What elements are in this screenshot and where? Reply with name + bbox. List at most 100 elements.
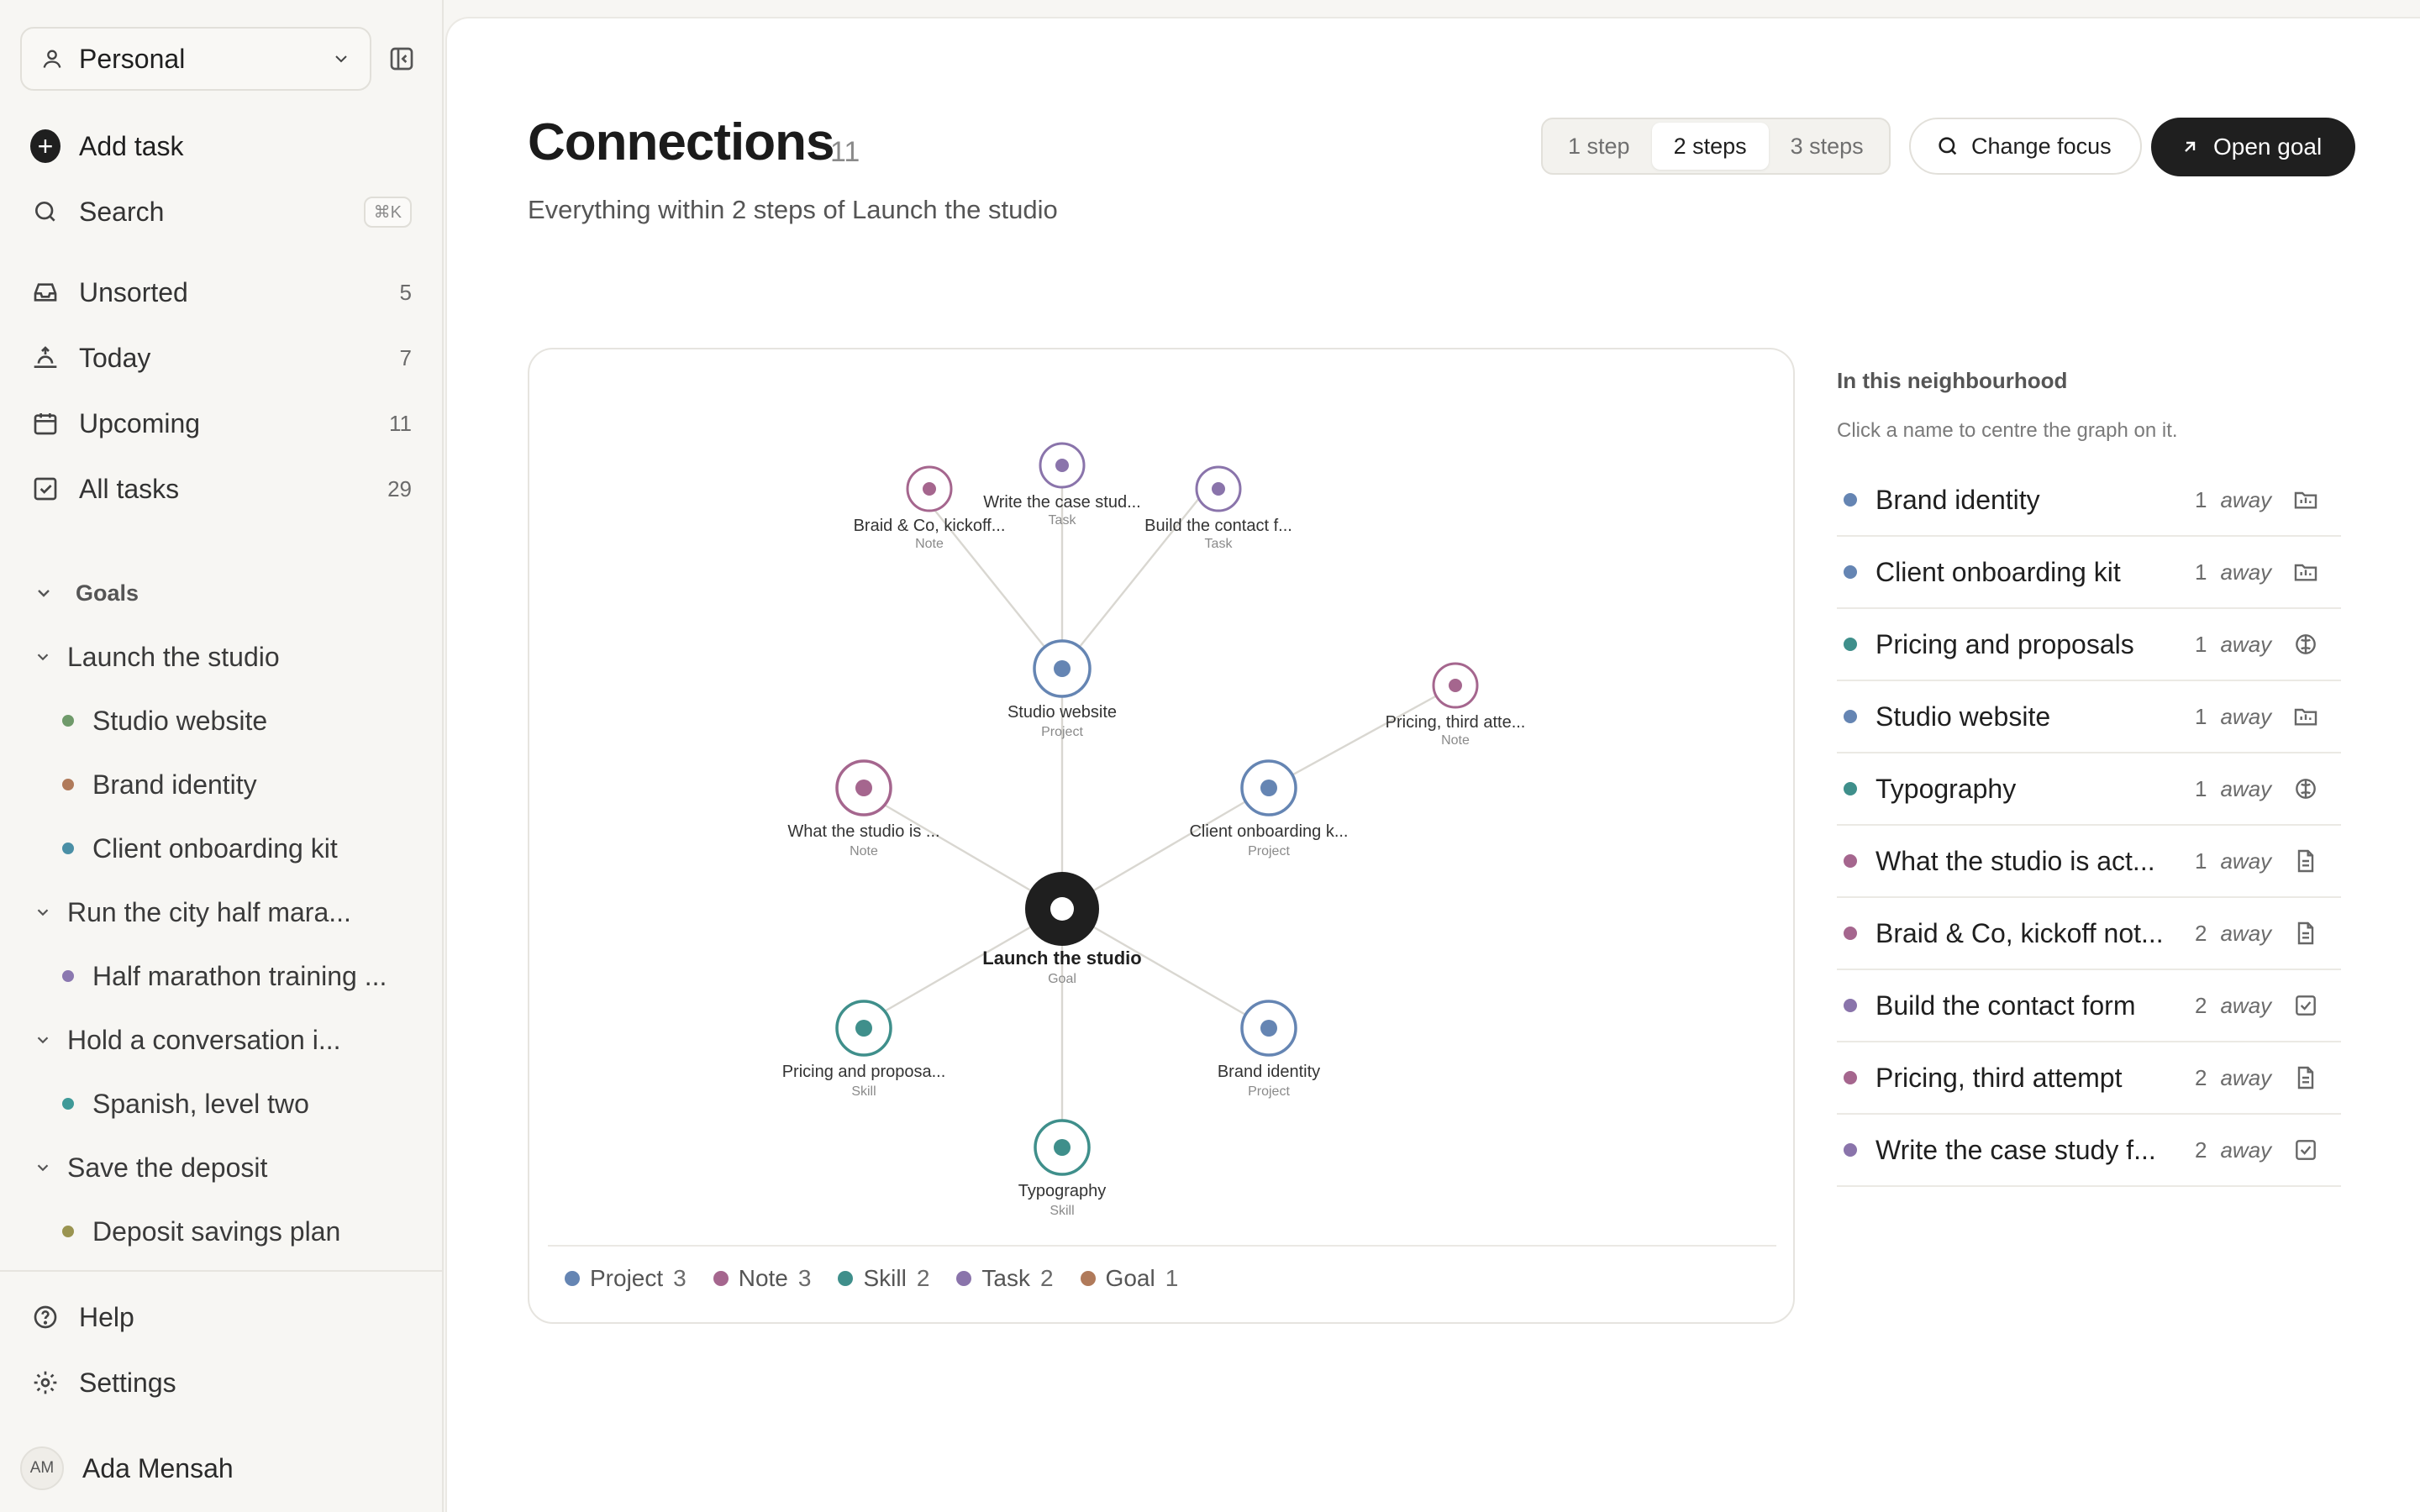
search-icon <box>35 202 55 222</box>
nav-today[interactable]: Today 7 <box>30 334 412 381</box>
neighbourhood-item[interactable]: Pricing, third attempt 2 away <box>1837 1042 2341 1115</box>
graph-node-studio-website[interactable]: Studio website Project <box>1007 639 1117 739</box>
distance-word: away <box>2220 775 2272 801</box>
graph-node-write-case-study[interactable]: Write the case stud... Task <box>983 442 1141 528</box>
item-distance: 2 away <box>2195 993 2292 1019</box>
collapse-sidebar-icon[interactable] <box>388 45 415 72</box>
item-name[interactable]: Build the contact form <box>1876 990 2195 1021</box>
goal-child-deposit-savings-plan[interactable]: Deposit savings plan <box>62 1210 415 1253</box>
goal-child-brand-identity[interactable]: Brand identity <box>62 763 415 806</box>
neighbourhood-item[interactable]: Client onboarding kit 1 away <box>1837 537 2341 609</box>
chevron-down-icon <box>38 590 50 597</box>
add-icon: + <box>30 129 60 163</box>
open-goal-label: Open goal <box>2213 134 2323 160</box>
item-distance: 1 away <box>2195 487 2292 513</box>
legend-label: Project <box>590 1265 664 1291</box>
goal-run-half-marathon[interactable]: Run the city half mara... <box>34 890 420 934</box>
user-menu[interactable]: AM Ada Mensah <box>20 1445 234 1492</box>
goal-label: Save the deposit <box>67 1152 268 1183</box>
nav-count: 5 <box>399 279 412 305</box>
node-type: Project <box>1041 725 1083 739</box>
workspace-switcher[interactable]: Personal <box>20 27 371 91</box>
calendar-icon <box>34 413 57 435</box>
goals-section-toggle[interactable]: Goals <box>34 576 139 610</box>
neighbourhood-panel: In this neighbourhood Click a name to ce… <box>1837 348 2341 1187</box>
item-name[interactable]: Pricing, third attempt <box>1876 1063 2195 1094</box>
node-core <box>855 1020 872 1037</box>
graph-node-client-onboarding[interactable]: Client onboarding k... Project <box>1189 759 1349 858</box>
goal-launch-the-studio[interactable]: Launch the studio <box>34 635 420 679</box>
node-type: Note <box>1441 733 1470 748</box>
item-name[interactable]: What the studio is act... <box>1876 846 2195 877</box>
item-name[interactable]: Client onboarding kit <box>1876 557 2195 588</box>
sidebar-divider <box>0 1270 444 1272</box>
add-task-button[interactable]: + Add task <box>30 123 412 170</box>
type-dot <box>1844 638 1857 651</box>
chevron-down-icon[interactable] <box>34 903 52 921</box>
neighbourhood-item[interactable]: Write the case study f... 2 away <box>1837 1115 2341 1187</box>
nav-unsorted[interactable]: Unsorted 5 <box>30 269 412 316</box>
graph-node-typography[interactable]: Typography Skill <box>1018 1119 1107 1218</box>
node-label: Client onboarding k... <box>1189 822 1348 841</box>
goal-child-half-marathon-training[interactable]: Half marathon training ... <box>62 954 415 998</box>
chevron-down-icon[interactable] <box>34 1158 52 1177</box>
neighbourhood-item[interactable]: Braid & Co, kickoff not... 2 away <box>1837 898 2341 970</box>
item-name[interactable]: Pricing and proposals <box>1876 629 2195 660</box>
distance-number: 1 <box>2195 559 2207 585</box>
neighbourhood-item[interactable]: Brand identity 1 away <box>1837 465 2341 537</box>
gear-icon <box>34 1371 57 1394</box>
type-dot <box>1844 999 1857 1012</box>
item-name[interactable]: Brand identity <box>1876 485 2195 516</box>
change-focus-button[interactable]: Change focus <box>1909 118 2142 175</box>
help-button[interactable]: Help <box>30 1294 412 1341</box>
goal-child-client-onboarding-kit[interactable]: Client onboarding kit <box>62 827 415 870</box>
chevron-down-icon[interactable] <box>34 648 52 666</box>
neighbourhood-item[interactable]: Typography 1 away <box>1837 753 2341 826</box>
node-label: What the studio is ... <box>787 822 939 841</box>
checkbox-icon <box>34 477 57 501</box>
distance-number: 1 <box>2195 775 2207 801</box>
legend-count: 3 <box>673 1265 687 1291</box>
node-core <box>1054 660 1071 677</box>
chevron-down-icon[interactable] <box>34 1031 52 1049</box>
search-button[interactable]: Search ⌘K <box>30 188 412 235</box>
status-dot <box>62 715 74 727</box>
neighbourhood-list: Brand identity 1 away Client onboarding k… <box>1837 465 2341 1187</box>
neighbourhood-item[interactable]: Studio website 1 away <box>1837 681 2341 753</box>
project-icon <box>2294 564 2317 581</box>
step-option-2[interactable]: 2 steps <box>1651 123 1769 170</box>
step-option-3[interactable]: 3 steps <box>1769 123 1886 170</box>
open-goal-button[interactable]: Open goal <box>2151 118 2356 176</box>
goal-hold-conversation[interactable]: Hold a conversation i... <box>34 1018 420 1062</box>
legend-dot <box>1080 1271 1096 1286</box>
node-label: Write the case stud... <box>983 493 1141 512</box>
settings-button[interactable]: Settings <box>30 1359 412 1406</box>
user-name: Ada Mensah <box>82 1452 234 1483</box>
goal-save-the-deposit[interactable]: Save the deposit <box>34 1146 420 1189</box>
legend-dot <box>565 1271 580 1286</box>
inbox-icon <box>34 283 57 302</box>
goal-child-spanish-level-two[interactable]: Spanish, level two <box>62 1082 415 1126</box>
distance-number: 2 <box>2195 992 2207 1018</box>
step-option-1[interactable]: 1 step <box>1546 123 1652 170</box>
distance-number: 2 <box>2195 920 2207 946</box>
neighbourhood-item[interactable]: Build the contact form 2 away <box>1837 970 2341 1042</box>
item-name[interactable]: Studio website <box>1876 701 2195 732</box>
graph-node-pricing-third-attempt[interactable]: Pricing, third atte... Note <box>1386 662 1526 748</box>
neighbourhood-item[interactable]: What the studio is act... 1 away <box>1837 826 2341 898</box>
neighbourhood-item[interactable]: Pricing and proposals 1 away <box>1837 609 2341 681</box>
goal-child-studio-website[interactable]: Studio website <box>62 699 415 743</box>
graph-node-pricing-and-proposals[interactable]: Pricing and proposa... Skill <box>782 1000 946 1099</box>
distance-word: away <box>2220 848 2272 874</box>
legend-count: 3 <box>797 1265 812 1291</box>
item-name[interactable]: Write the case study f... <box>1876 1135 2195 1166</box>
add-task-label: Add task <box>79 130 184 161</box>
graph-node-brand-identity[interactable]: Brand identity Project <box>1218 1000 1320 1099</box>
item-name[interactable]: Braid & Co, kickoff not... <box>1876 918 2195 949</box>
nav-upcoming[interactable]: Upcoming 11 <box>30 400 412 447</box>
graph-node-what-the-studio[interactable]: What the studio is ... Note <box>787 759 940 858</box>
item-name[interactable]: Typography <box>1876 774 2195 805</box>
node-type: Goal <box>1048 972 1076 986</box>
skill-icon <box>2296 634 2316 654</box>
nav-all-tasks[interactable]: All tasks 29 <box>30 465 412 512</box>
